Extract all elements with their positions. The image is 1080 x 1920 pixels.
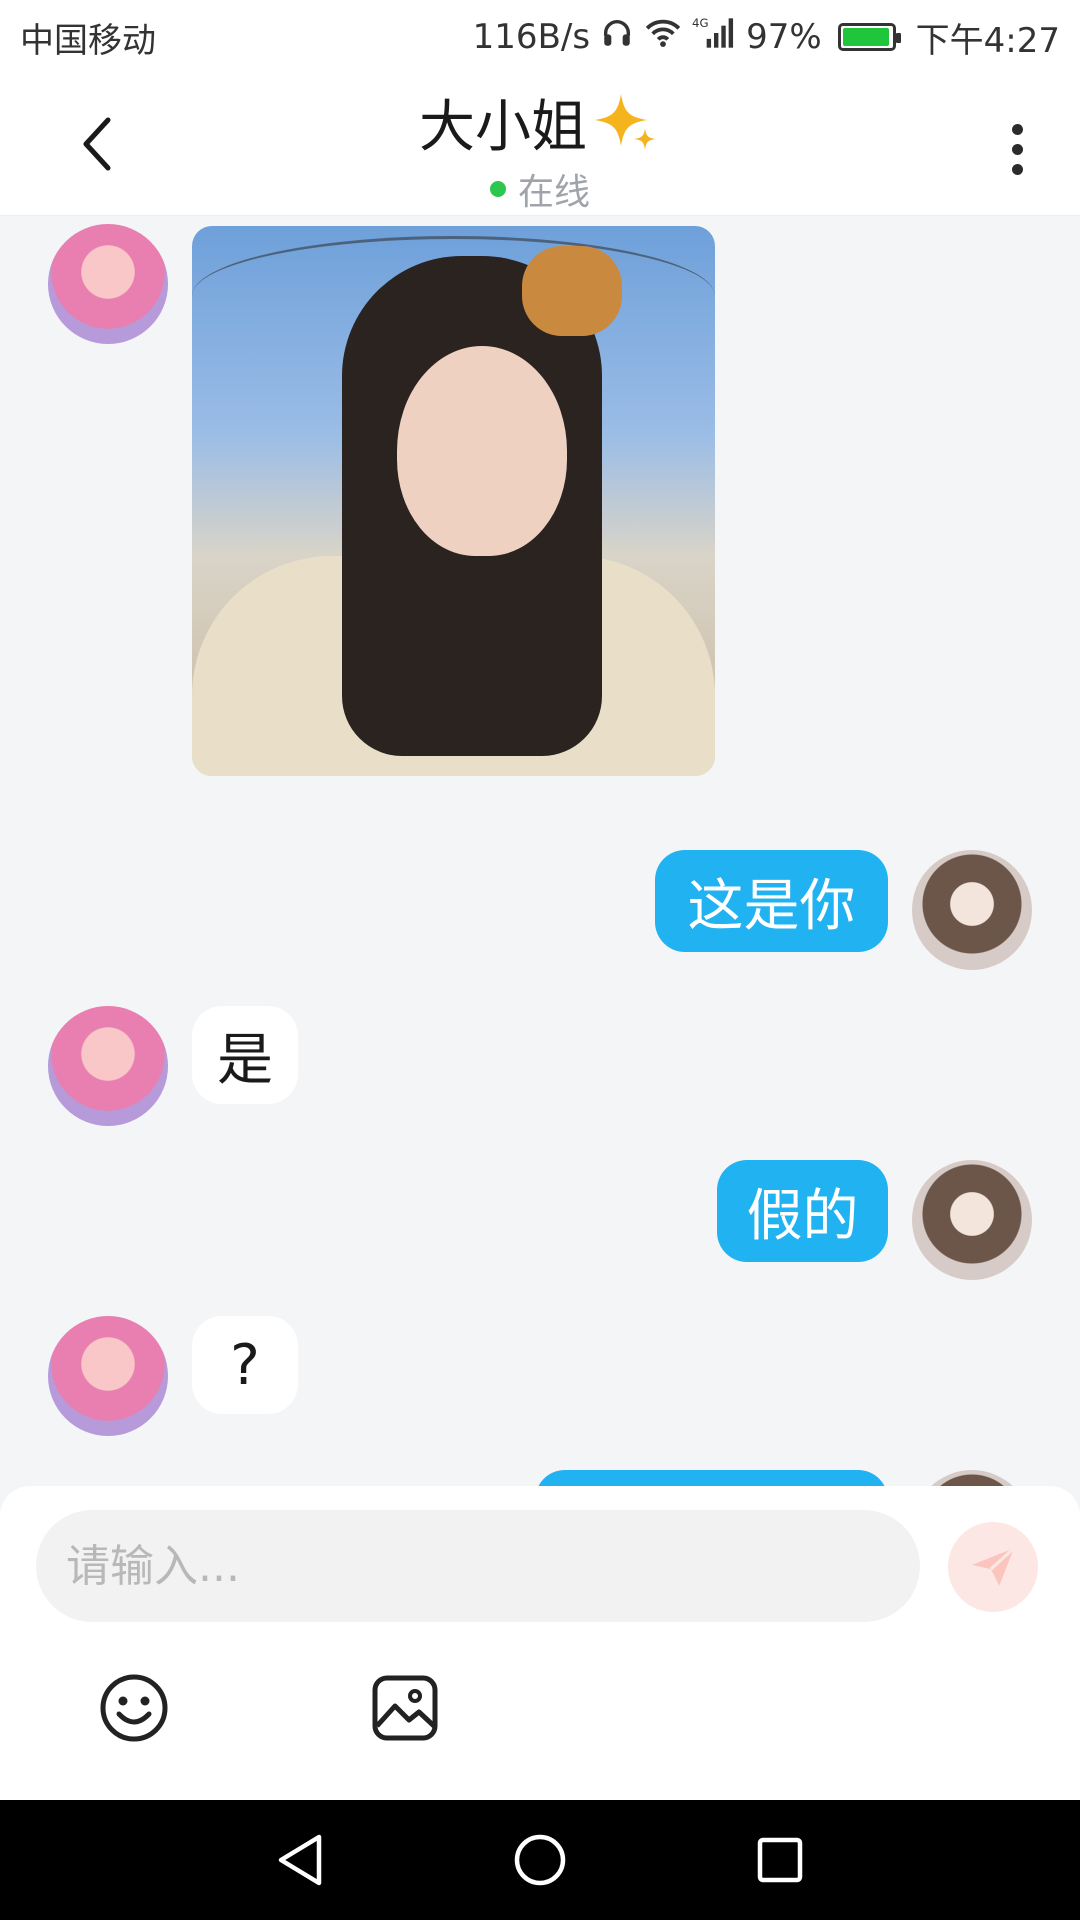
- emoji-button[interactable]: [98, 1672, 170, 1744]
- photo-hair-bow: [522, 246, 622, 336]
- status-bar: 中国移动 116B/s 4G 97% 下午4:27: [0, 0, 1080, 74]
- image-icon: [372, 1675, 438, 1741]
- message-bubble-outgoing-partial[interactable]: [535, 1470, 888, 1486]
- system-nav-bar: [0, 1800, 1080, 1920]
- contact-avatar[interactable]: [48, 1316, 168, 1436]
- nav-recents-button[interactable]: [750, 1830, 810, 1890]
- square-recents-icon: [757, 1837, 803, 1883]
- title-area: 大小姐 在线: [0, 82, 1080, 215]
- battery-percent: 97%: [746, 17, 822, 57]
- message-bubble-outgoing[interactable]: 假的: [717, 1160, 888, 1262]
- network-type: 4G: [692, 16, 709, 30]
- network-speed: 116B/s: [472, 17, 591, 57]
- online-status: 在线: [0, 163, 1080, 215]
- emoji-icon: [100, 1674, 168, 1742]
- message-list[interactable]: 这是你 是 假的 ?: [0, 216, 1080, 1486]
- more-dot: [1011, 143, 1023, 155]
- battery-icon: [837, 23, 901, 51]
- user-avatar[interactable]: [912, 1470, 1032, 1486]
- user-avatar[interactable]: [912, 1160, 1032, 1280]
- online-dot: [489, 181, 506, 197]
- clock: 下午4:27: [915, 20, 1060, 61]
- contact-avatar[interactable]: [48, 224, 168, 344]
- sparkle-icon: [595, 93, 656, 150]
- nav-back-button[interactable]: [270, 1830, 330, 1890]
- triangle-back-icon: [278, 1834, 322, 1886]
- message-bubble-outgoing[interactable]: 这是你: [655, 850, 888, 952]
- chat-header: 大小姐 在线: [0, 74, 1080, 216]
- message-input[interactable]: [36, 1510, 920, 1622]
- message-image[interactable]: [192, 226, 715, 776]
- chat-title: 大小姐: [419, 82, 661, 163]
- image-button[interactable]: [369, 1672, 441, 1744]
- battery-fill: [842, 28, 890, 46]
- more-vertical-icon: [1011, 123, 1023, 135]
- wifi-icon: [644, 16, 682, 59]
- carrier-label: 中国移动: [20, 20, 156, 61]
- contact-name: 大小姐: [419, 95, 587, 160]
- contact-avatar[interactable]: [48, 1006, 168, 1126]
- photo-face: [397, 346, 567, 556]
- message-bubble-incoming[interactable]: ?: [192, 1316, 298, 1414]
- signal-icon: 4G: [692, 15, 736, 60]
- nav-home-button[interactable]: [510, 1830, 570, 1890]
- more-dot: [1011, 163, 1023, 175]
- headphones-icon: [600, 16, 634, 59]
- send-icon: [972, 1547, 1015, 1586]
- online-label: 在线: [517, 172, 590, 213]
- user-avatar[interactable]: [912, 850, 1032, 970]
- composer: [0, 1486, 1080, 1800]
- more-button[interactable]: [992, 114, 1042, 184]
- send-button[interactable]: [948, 1522, 1038, 1612]
- status-icons: 116B/s 4G 97% 下午4:27: [473, 13, 1060, 62]
- circle-home-icon: [514, 1834, 566, 1886]
- message-bubble-incoming[interactable]: 是: [192, 1006, 298, 1104]
